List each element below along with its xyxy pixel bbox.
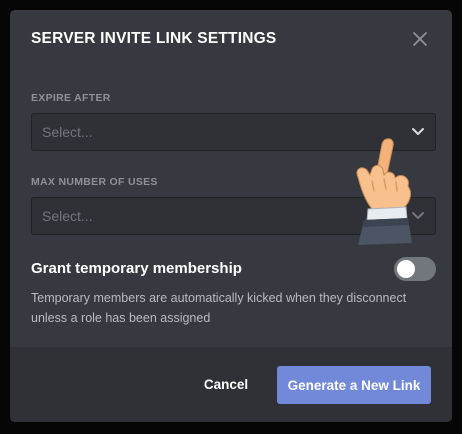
close-icon — [413, 32, 427, 46]
invite-settings-modal: SERVER INVITE LINK SETTINGS EXPIRE AFTER… — [10, 10, 452, 422]
max-uses-placeholder: Select... — [42, 208, 93, 224]
toggle-knob — [397, 260, 415, 278]
generate-link-button[interactable]: Generate a New Link — [277, 366, 431, 404]
expire-after-placeholder: Select... — [42, 124, 93, 140]
expire-after-label: EXPIRE AFTER — [31, 92, 111, 104]
grant-membership-description: Temporary members are automatically kick… — [31, 291, 407, 325]
pointing-hand-icon — [356, 138, 412, 245]
cancel-button[interactable]: Cancel — [196, 374, 256, 394]
close-button[interactable] — [410, 29, 430, 49]
grant-membership-toggle[interactable] — [394, 257, 436, 281]
grant-membership-title: Grant temporary membership — [31, 260, 242, 277]
modal-title: SERVER INVITE LINK SETTINGS — [31, 30, 277, 47]
max-uses-label: MAX NUMBER OF USES — [31, 176, 158, 188]
modal-footer: Cancel Generate a New Link — [10, 347, 452, 422]
